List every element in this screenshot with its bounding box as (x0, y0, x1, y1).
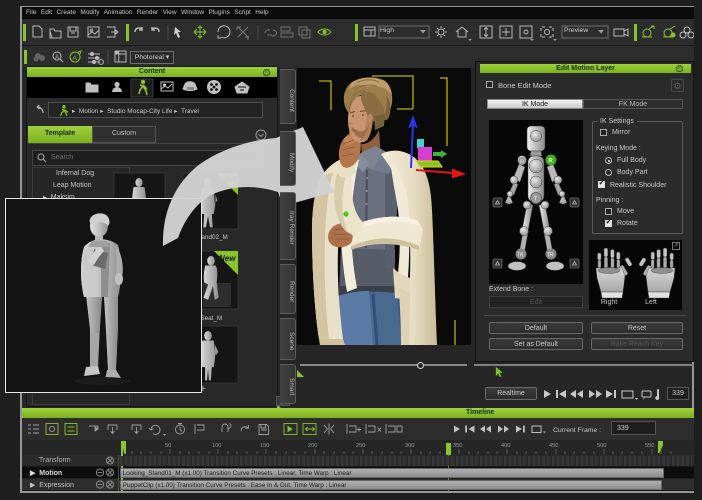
svg-text:Current Frame :: Current Frame : (553, 427, 601, 434)
svg-text:550: 550 (645, 443, 654, 449)
svg-text:300: 300 (405, 443, 414, 449)
svg-text:450: 450 (549, 443, 558, 449)
svg-text:R: R (520, 160, 524, 166)
svg-text:100: 100 (212, 443, 221, 449)
svg-text:R: R (549, 159, 554, 165)
svg-text:A: A (73, 55, 78, 62)
svg-text:TR: TR (517, 253, 524, 259)
svg-text:500: 500 (597, 443, 606, 449)
svg-text:150: 150 (260, 443, 269, 449)
svg-text:200: 200 (308, 443, 317, 449)
svg-text:A: A (55, 55, 59, 61)
svg-text:400: 400 (501, 443, 510, 449)
svg-text:50: 50 (165, 443, 171, 449)
svg-text:TR: TR (547, 253, 554, 259)
svg-text:250: 250 (356, 443, 365, 449)
svg-text:350: 350 (453, 443, 462, 449)
